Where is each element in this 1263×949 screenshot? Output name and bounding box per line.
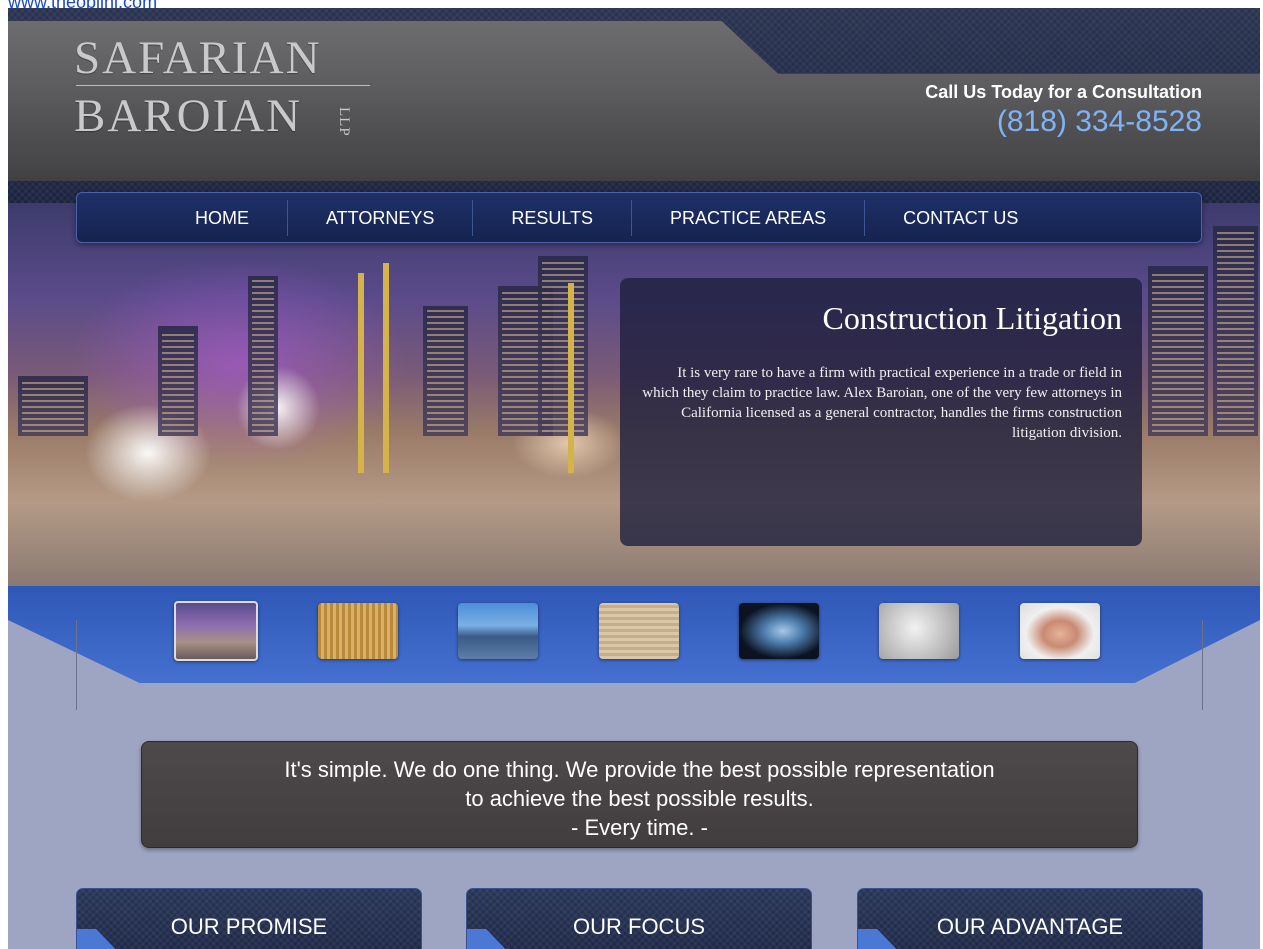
map-thumbnail[interactable] — [599, 603, 679, 659]
hero-title: Construction Litigation — [822, 300, 1122, 336]
skyline-building — [158, 326, 198, 436]
logo-name-baroian: BAROIAN — [74, 90, 303, 142]
tagline-line-3: - Every time. - — [571, 815, 708, 840]
tagline-line-1: It's simple. We do one thing. We provide… — [284, 757, 995, 782]
skyline-building — [18, 376, 88, 436]
logo-divider — [76, 85, 370, 86]
nav-item-results[interactable]: RESULTS — [472, 199, 631, 236]
header: SAFARIAN BAROIAN LLP Call Us Today for a… — [8, 8, 1260, 203]
tagline-box: It's simple. We do one thing. We provide… — [141, 741, 1138, 848]
tab-our-advantage[interactable]: OUR ADVANTAGE — [857, 888, 1203, 949]
firm-logo[interactable]: SAFARIAN BAROIAN LLP — [74, 35, 384, 145]
tab-our-promise[interactable]: OUR PROMISE — [76, 888, 422, 949]
tab-label: OUR FOCUS — [573, 914, 705, 939]
crane — [358, 273, 364, 473]
tab-label: OUR ADVANTAGE — [936, 914, 1124, 939]
tagline-line-2: to achieve the best possible results. — [465, 786, 814, 811]
band-edge-right — [1202, 620, 1203, 710]
crane — [383, 263, 389, 473]
logo-llp: LLP — [336, 107, 352, 137]
cta-label: Call Us Today for a Consultation — [925, 82, 1202, 102]
construction-site-thumbnail[interactable] — [174, 601, 258, 661]
crane — [568, 283, 574, 473]
consultation-cta: Call Us Today for a Consultation (818) 3… — [925, 82, 1202, 139]
xray-skull-thumbnail[interactable] — [739, 603, 819, 659]
skyline-building — [538, 256, 588, 436]
nav-item-attorneys[interactable]: ATTORNEYS — [287, 199, 472, 236]
logo-name-safarian: SAFARIAN — [74, 32, 322, 84]
hero-banner: Construction Litigation It is very rare … — [8, 203, 1260, 586]
nav-item-home[interactable]: HOME — [157, 200, 287, 236]
skyline-building — [423, 306, 468, 436]
skyline-building — [1213, 226, 1258, 436]
handshake-thumbnail[interactable] — [1020, 603, 1100, 659]
phone-number[interactable]: (818) 334-8528 — [925, 105, 1202, 139]
band-edge-left — [76, 620, 77, 710]
hero-info-box: Construction Litigation It is very rare … — [620, 278, 1142, 546]
site-container: SAFARIAN BAROIAN LLP Call Us Today for a… — [8, 8, 1260, 949]
nav-item-contact-us[interactable]: CONTACT US — [864, 199, 1056, 236]
courthouse-thumbnail[interactable] — [318, 603, 398, 659]
main-navigation: HOME ATTORNEYS RESULTS PRACTICE AREAS CO… — [76, 192, 1202, 243]
header-shade — [8, 151, 1260, 181]
shipping-port-thumbnail[interactable] — [458, 603, 538, 659]
skyline-building — [1148, 266, 1208, 436]
practice-area-thumbnails — [174, 601, 1104, 661]
skyline-building — [248, 276, 278, 436]
tab-label: OUR PROMISE — [170, 914, 328, 939]
magnifier-document-thumbnail[interactable] — [879, 603, 959, 659]
nav-item-practice-areas[interactable]: PRACTICE AREAS — [631, 199, 864, 236]
hero-description: It is very rare to have a firm with prac… — [642, 365, 1122, 441]
tab-our-focus[interactable]: OUR FOCUS — [466, 888, 812, 949]
